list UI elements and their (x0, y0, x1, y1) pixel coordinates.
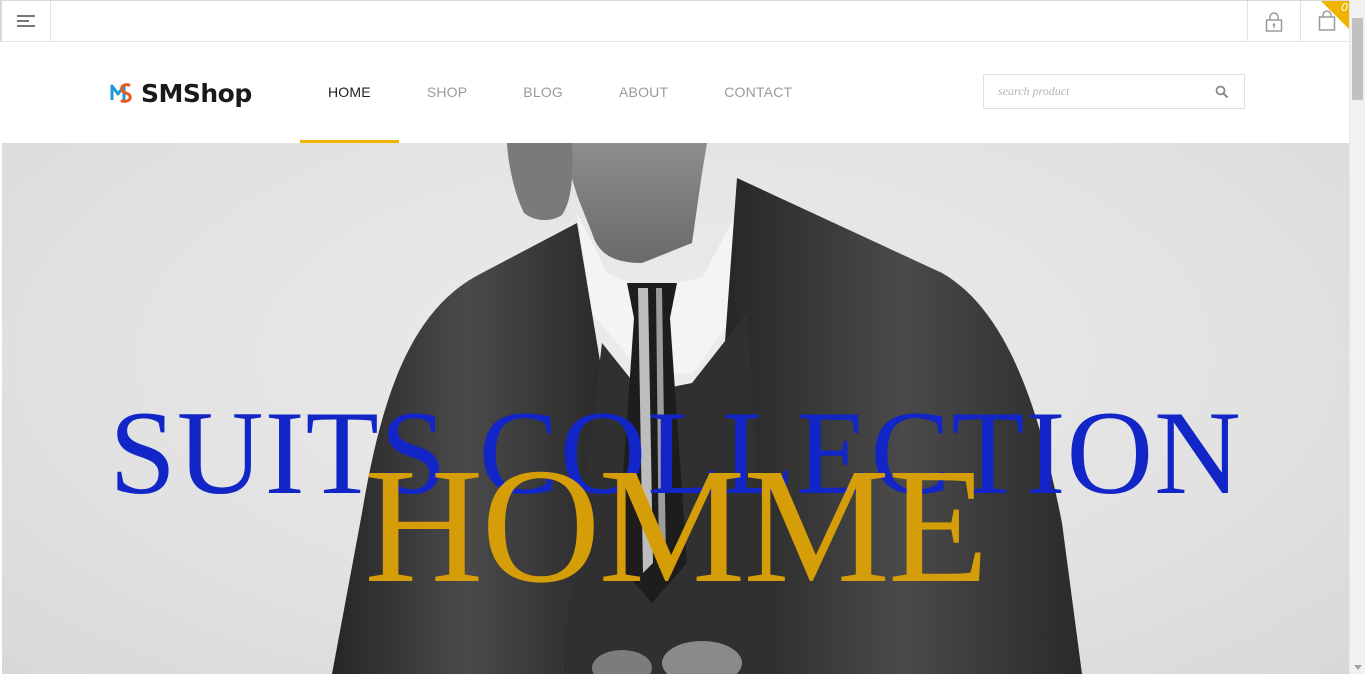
search-icon[interactable] (1215, 85, 1229, 99)
hamburger-menu-icon (17, 15, 35, 17)
nav-item-about[interactable]: ABOUT (591, 42, 696, 143)
nav-item-contact[interactable]: CONTACT (696, 42, 820, 143)
scrollbar-thumb[interactable] (1352, 18, 1363, 100)
nav-item-shop[interactable]: SHOP (399, 42, 495, 143)
page-scrollbar[interactable] (1349, 0, 1365, 674)
account-button[interactable] (1247, 1, 1300, 42)
top-utility-bar: 0 (0, 0, 1351, 42)
sm-logo-icon (110, 83, 132, 103)
search-input[interactable] (984, 75, 1204, 108)
hamburger-menu-icon-line (17, 25, 35, 27)
site-header: SMShop HOME SHOP BLOG ABOUT CONTACT (2, 42, 1349, 143)
hero-title-homme: HOMME (364, 434, 989, 617)
search-box (983, 74, 1245, 109)
site-logo[interactable]: SMShop (109, 77, 252, 109)
nav-item-home[interactable]: HOME (300, 42, 399, 143)
nav-item-blog[interactable]: BLOG (495, 42, 591, 143)
cart-button[interactable]: 0 (1300, 1, 1351, 42)
logo-text: SMShop (141, 78, 252, 108)
hamburger-menu-button[interactable] (2, 1, 51, 42)
lock-icon (1265, 12, 1283, 32)
hamburger-menu-icon-line (17, 20, 29, 22)
main-navigation: HOME SHOP BLOG ABOUT CONTACT (300, 42, 820, 143)
scroll-down-arrow-icon[interactable] (1354, 665, 1362, 670)
hero-banner: SUITS COLLECTION HOMME (2, 143, 1349, 674)
